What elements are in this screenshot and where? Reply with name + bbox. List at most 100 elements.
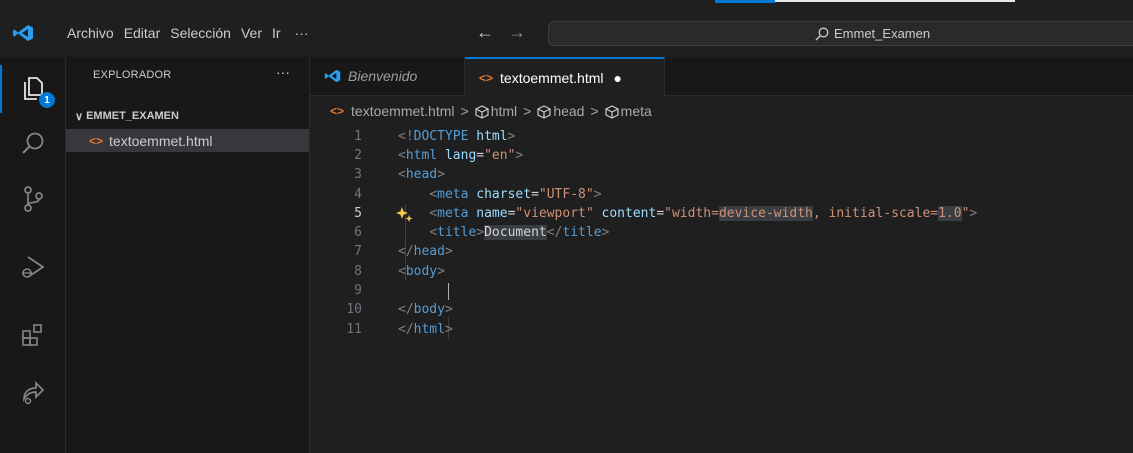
code-token: DOCTYPE — [413, 129, 469, 144]
line-number: 9 — [354, 283, 362, 298]
code-token: html — [476, 129, 508, 144]
vscode-logo-icon — [324, 69, 341, 83]
code-token: < — [398, 264, 406, 279]
command-center[interactable]: Emmet_Examen — [548, 21, 1133, 46]
code-content: </html> — [398, 320, 453, 339]
code-line[interactable]: 4 <meta charset="UTF-8"> — [310, 185, 1133, 204]
code-content: <meta name="viewport" content="width=dev… — [398, 204, 977, 223]
code-token: > — [601, 225, 610, 240]
code-line[interactable]: 10 </body> — [310, 300, 1133, 319]
activity-source-control[interactable] — [0, 175, 66, 223]
breadcrumb-separator: > — [590, 103, 599, 119]
code-token: > — [437, 167, 445, 182]
explorer-sidebar: EXPLORADOR ··· ∨ EMMET_EXAMEN <> textoem… — [66, 57, 310, 453]
code-content: <body> — [398, 262, 445, 281]
menu-ver[interactable]: Ver — [236, 25, 267, 41]
code-token: lang — [444, 148, 477, 163]
code-line[interactable]: 1 <!DOCTYPE html> — [310, 127, 1133, 146]
code-line[interactable]: 2 <html lang="en"> — [310, 146, 1133, 165]
code-line[interactable]: 3 <head> — [310, 165, 1133, 184]
code-content: <meta charset="UTF-8"> — [398, 185, 601, 204]
menu-bar: Archivo Editar Selección Ver Ir ··· — [62, 25, 314, 41]
breadcrumb-html[interactable]: html — [475, 103, 517, 119]
extensions-icon — [22, 324, 42, 346]
code-line[interactable]: 9 — [310, 281, 1133, 300]
vscode-logo-icon[interactable] — [12, 24, 34, 42]
code-token: </ — [546, 225, 563, 240]
code-token: < — [398, 148, 406, 163]
tab-textoemmet[interactable]: <> textoemmet.html ● — [465, 57, 665, 96]
code-token: "width= — [664, 206, 719, 221]
activity-live-share[interactable] — [0, 368, 66, 416]
file-item[interactable]: <> textoemmet.html — [66, 129, 309, 152]
unsaved-dot-icon[interactable]: ● — [614, 70, 622, 86]
menu-ir[interactable]: Ir — [267, 25, 286, 41]
tab-label: Bienvenido — [348, 68, 418, 84]
code-token: "en" — [484, 148, 516, 163]
code-token: < — [398, 167, 406, 182]
editor-tabs: Bienvenido <> textoemmet.html ● — [310, 57, 1133, 96]
code-token: body — [405, 264, 438, 279]
activity-search[interactable] — [0, 120, 66, 168]
explorer-more-button[interactable]: ··· — [276, 64, 290, 80]
code-token: html — [405, 148, 438, 163]
symbol-cube-icon — [475, 105, 489, 119]
navigation-arrows: ← → — [476, 22, 526, 43]
code-token: > — [437, 264, 445, 279]
breadcrumb-head[interactable]: head — [537, 103, 584, 119]
line-number: 6 — [354, 225, 362, 240]
code-token: > — [515, 148, 524, 163]
code-token: "viewport" — [515, 206, 594, 221]
title-accent-line — [715, 0, 775, 3]
menu-seleccion[interactable]: Selección — [165, 25, 236, 41]
text-cursor — [448, 283, 449, 300]
code-token: = — [531, 187, 539, 202]
code-token: meta — [437, 187, 469, 202]
breadcrumb-meta-label: meta — [620, 102, 652, 119]
code-token: html — [413, 322, 445, 337]
code-content: <head> — [398, 165, 445, 184]
menu-archivo[interactable]: Archivo — [62, 25, 119, 41]
activity-explorer[interactable]: 1 — [0, 65, 66, 113]
code-token: </ — [398, 244, 414, 259]
line-number: 4 — [354, 187, 362, 202]
code-token: </ — [398, 302, 414, 317]
forward-arrow-icon[interactable]: → — [508, 22, 526, 43]
explorer-badge: 1 — [39, 92, 55, 108]
code-line[interactable]: 6 <title>Document</title> — [310, 223, 1133, 242]
line-number: 7 — [354, 244, 362, 259]
line-number: 11 — [346, 322, 362, 337]
search-icon — [22, 132, 44, 154]
code-token: 1.0 — [938, 206, 962, 221]
code-line[interactable]: 5 <meta name="viewport" content="width=d… — [310, 204, 1133, 223]
activity-run-debug[interactable] — [0, 243, 66, 291]
sparkle-icon[interactable] — [396, 206, 414, 224]
code-line[interactable]: 8 <body> — [310, 262, 1133, 281]
code-content: <!DOCTYPE html> — [398, 127, 515, 146]
code-token: body — [413, 302, 445, 317]
code-line[interactable]: 7 </head> — [310, 242, 1133, 261]
breadcrumb-meta[interactable]: meta — [605, 103, 652, 119]
menu-editar[interactable]: Editar — [119, 25, 166, 41]
run-debug-icon — [22, 256, 45, 278]
code-token: meta — [437, 206, 469, 221]
code-content: <html lang="en"> — [398, 146, 523, 165]
code-line[interactable]: 11 </html> — [310, 320, 1133, 339]
code-token: > — [507, 129, 516, 144]
code-editor[interactable]: 1 <!DOCTYPE html> 2 <html lang="en"> 3 <head>… — [310, 124, 1133, 453]
breadcrumb-separator: > — [460, 103, 469, 119]
tab-bienvenido[interactable]: Bienvenido — [310, 57, 465, 95]
back-arrow-icon[interactable]: ← — [476, 22, 494, 43]
menu-more[interactable]: ··· — [290, 25, 314, 41]
code-token: head — [413, 244, 445, 259]
workspace-folder[interactable]: ∨ EMMET_EXAMEN — [66, 105, 309, 127]
code-token: content — [601, 206, 657, 221]
chevron-down-icon: ∨ — [75, 110, 84, 123]
line-number: 1 — [354, 129, 362, 144]
breadcrumb-file[interactable]: textoemmet.html — [351, 103, 454, 119]
activity-extensions[interactable] — [0, 311, 66, 359]
code-token: = — [476, 148, 485, 163]
